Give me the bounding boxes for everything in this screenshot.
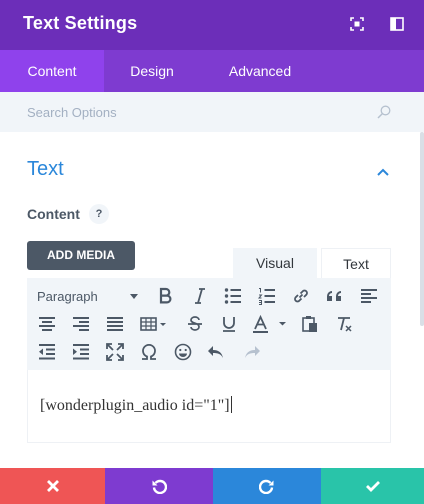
settings-tabs: Content Design Advanced <box>0 50 424 92</box>
cancel-button[interactable] <box>0 468 105 504</box>
editor-text-value: [wonderplugin_audio id="1"] <box>40 397 230 414</box>
redo-editor-icon[interactable] <box>242 342 262 362</box>
expand-icon[interactable] <box>350 17 364 31</box>
bullet-list-icon[interactable] <box>223 286 243 306</box>
emoji-icon[interactable] <box>173 342 193 362</box>
content-label: Content <box>27 206 80 222</box>
indent-icon[interactable] <box>71 342 91 362</box>
strikethrough-icon[interactable] <box>185 314 205 334</box>
redo-icon <box>259 479 274 494</box>
italic-icon[interactable] <box>190 286 210 306</box>
fullscreen-icon[interactable] <box>105 342 125 362</box>
search-placeholder: Search Options <box>27 105 117 120</box>
section-title[interactable]: Text <box>27 158 64 181</box>
scrollbar-thumb[interactable] <box>420 132 424 326</box>
numbered-list-icon[interactable] <box>257 286 277 306</box>
redo-button[interactable] <box>213 468 321 504</box>
add-media-button[interactable]: ADD MEDIA <box>27 241 135 270</box>
search-icon <box>377 105 391 119</box>
editor-content-area[interactable]: [wonderplugin_audio id="1"] <box>27 370 391 443</box>
search-options-input[interactable]: Search Options <box>0 92 424 132</box>
blockquote-icon[interactable] <box>325 286 345 306</box>
format-select[interactable]: Paragraph <box>37 289 98 304</box>
outdent-icon[interactable] <box>37 342 57 362</box>
align-center-icon[interactable] <box>37 314 57 334</box>
undo-icon <box>152 479 167 494</box>
save-button[interactable] <box>321 468 424 504</box>
bold-icon[interactable] <box>155 286 175 306</box>
dropdown-caret-icon[interactable] <box>130 294 138 299</box>
tab-advanced[interactable]: Advanced <box>200 50 320 92</box>
undo-button[interactable] <box>105 468 213 504</box>
align-justify-icon[interactable] <box>105 314 125 334</box>
align-right-icon[interactable] <box>71 314 91 334</box>
table-icon[interactable] <box>139 314 171 334</box>
editor-text[interactable]: [wonderplugin_audio id="1"] <box>40 396 232 415</box>
text-color-icon[interactable] <box>251 314 289 334</box>
undo-editor-icon[interactable] <box>206 342 226 362</box>
underline-icon[interactable] <box>219 314 239 334</box>
clear-formatting-icon[interactable] <box>334 314 354 334</box>
modal-title: Text Settings <box>23 13 138 33</box>
special-character-icon[interactable] <box>139 342 159 362</box>
close-icon <box>46 480 59 492</box>
help-icon[interactable]: ? <box>89 204 109 224</box>
text-caret <box>230 396 232 413</box>
modal-header: Text Settings <box>0 0 424 50</box>
link-icon[interactable] <box>291 286 311 306</box>
tab-content[interactable]: Content <box>0 50 104 92</box>
editor-tab-visual[interactable]: Visual <box>233 248 317 278</box>
sidebar-toggle-icon[interactable] <box>390 17 404 31</box>
chevron-up-icon[interactable] <box>377 163 389 176</box>
paste-text-icon[interactable] <box>300 314 320 334</box>
align-left-icon[interactable] <box>359 286 379 306</box>
editor-tab-text[interactable]: Text <box>321 248 391 278</box>
tab-design[interactable]: Design <box>104 50 200 92</box>
modal-footer <box>0 468 424 504</box>
checkmark-icon <box>365 481 380 492</box>
